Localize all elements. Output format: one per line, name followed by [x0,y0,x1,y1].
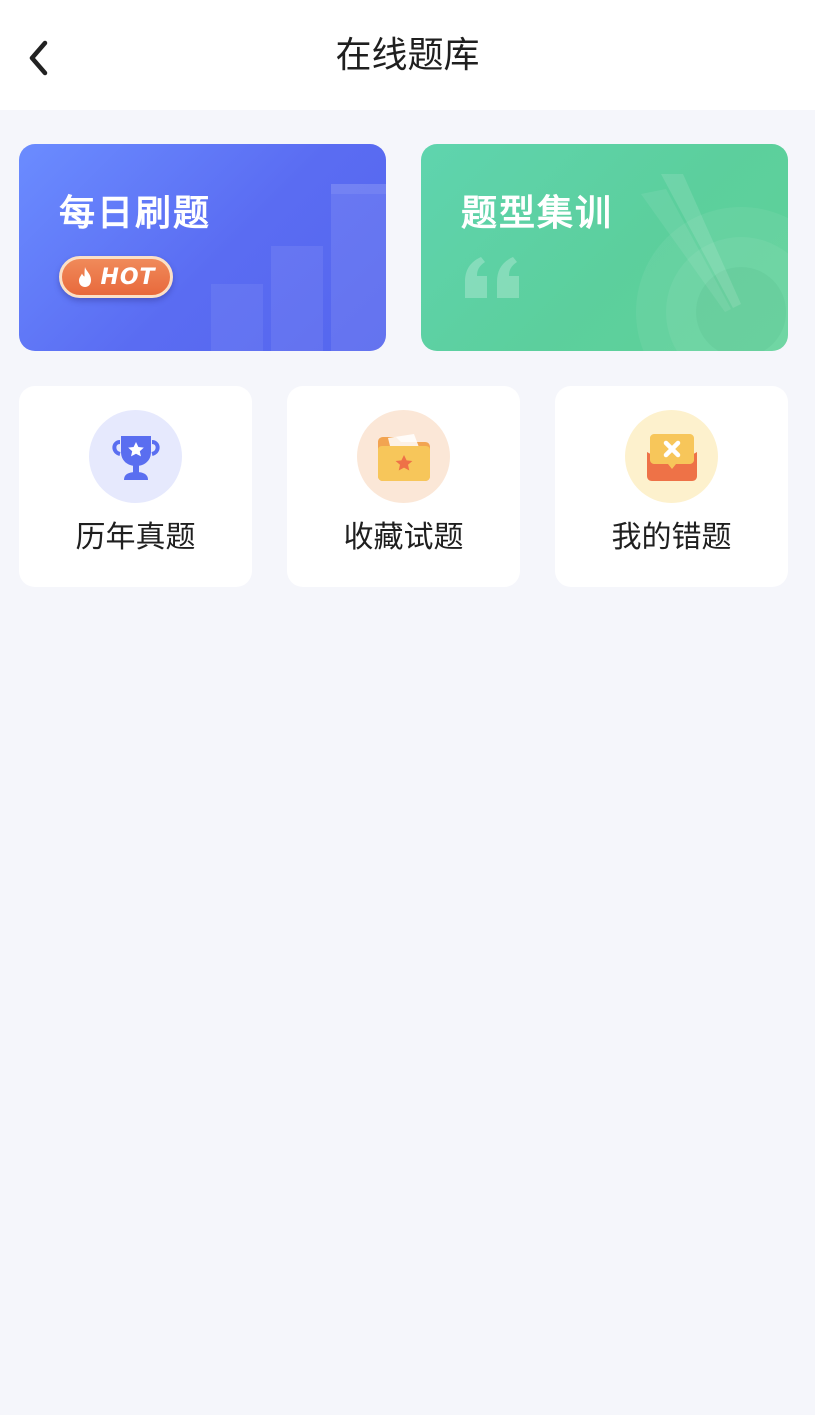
favorites-card[interactable]: 收藏试题 [287,386,520,587]
top-bar: 在线题库 [0,0,815,110]
type-training-card[interactable]: 题型集训 [421,144,788,351]
page-title: 在线题库 [335,35,480,76]
favorites-label: 收藏试题 [343,520,464,555]
past-exams-icon-circle [89,410,182,503]
wrong-questions-label: 我的错题 [611,520,732,555]
flame-icon [79,267,92,287]
daily-practice-title: 每日刷题 [59,193,212,234]
hot-badge: HOT [59,256,173,298]
wrong-questions-icon-circle [625,410,718,503]
past-exams-card[interactable]: 历年真题 [19,386,252,587]
favorites-icon-circle [357,410,450,503]
wrong-message-icon [646,433,697,481]
daily-practice-card[interactable]: 每日刷题 HOT [19,144,386,351]
hot-badge-text: HOT [100,264,156,290]
wrong-questions-card[interactable]: 我的错题 [555,386,788,587]
trophy-icon [111,435,160,480]
folder-star-icon [377,433,430,481]
quote-mark-icon [465,257,519,298]
type-training-title: 题型集训 [461,193,614,234]
bar-chart-decoration [211,184,386,351]
past-exams-label: 历年真题 [75,520,196,555]
target-arrow-decoration [636,174,788,351]
